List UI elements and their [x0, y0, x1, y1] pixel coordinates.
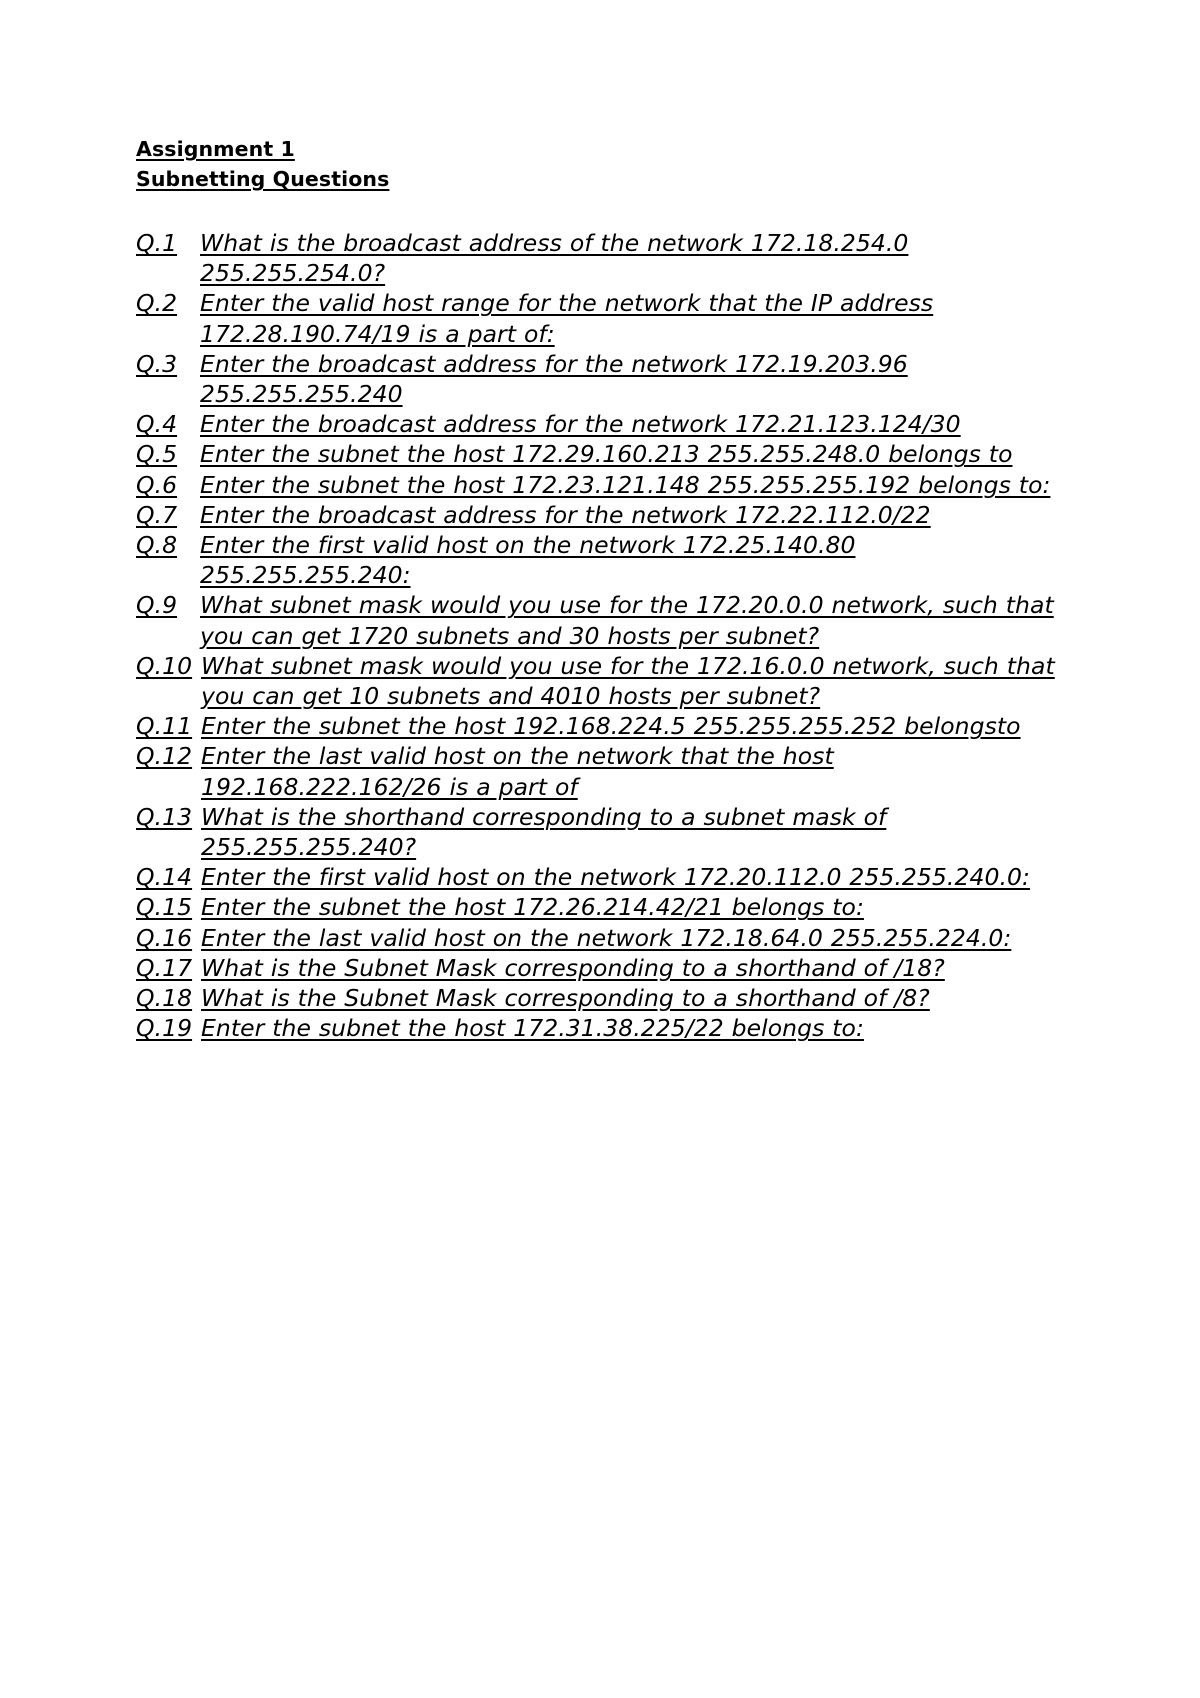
question-text: Enter the first valid host on the networ…	[201, 863, 1030, 892]
question-text: Enter the subnet the host 172.23.121.148…	[200, 470, 1051, 499]
question-number: Q.2	[136, 289, 178, 318]
question-text: Enter the subnet the host 172.31.38.225/…	[201, 1014, 864, 1043]
document-heading: Assignment 1 Subnetting Questions	[136, 134, 1066, 194]
question-text: What is the broadcast address of the net…	[200, 229, 909, 288]
question-text: Enter the last valid host on the network…	[201, 742, 834, 801]
question-row: Q.4 Enter the broadcast address for the n…	[136, 409, 1066, 439]
question-row: Q.3 Enter the broadcast address for the n…	[136, 349, 1066, 409]
question-text: Enter the last valid host on the network…	[201, 923, 1012, 952]
question-number: Q.7	[136, 500, 178, 529]
question-row: Q.17 What is the Subnet Mask correspondin…	[136, 953, 1066, 983]
heading-line-subtitle: Subnetting Questions	[136, 164, 1066, 194]
question-text: Enter the subnet the host 192.168.224.5 …	[201, 712, 1021, 741]
question-number: Q.19	[136, 1014, 193, 1043]
question-text: Enter the subnet the host 172.29.160.213…	[200, 440, 1013, 469]
question-row: Q.13 What is the shorthand corresponding …	[136, 802, 1066, 862]
question-number: Q.18	[136, 984, 193, 1013]
question-number: Q.12	[136, 742, 193, 771]
heading-spacer	[136, 194, 1066, 228]
question-number: Q.14	[136, 863, 193, 892]
question-text: What is the Subnet Mask corresponding to…	[201, 984, 930, 1013]
question-row: Q.14 Enter the first valid host on the ne…	[136, 862, 1066, 892]
question-text: Enter the valid host range for the netwo…	[200, 289, 934, 348]
question-number: Q.6	[136, 470, 178, 499]
heading-line-subtitle-text: Subnetting Questions	[136, 167, 390, 191]
question-number: Q.8	[136, 531, 178, 560]
question-row: Q.11 Enter the subnet the host 192.168.22…	[136, 711, 1066, 741]
question-number: Q.11	[136, 712, 193, 741]
question-row: Q.19 Enter the subnet the host 172.31.38.…	[136, 1013, 1066, 1043]
question-row: Q.2 Enter the valid host range for the ne…	[136, 288, 1066, 348]
heading-line-assignment-text: Assignment 1	[136, 137, 295, 161]
question-text: Enter the broadcast address for the netw…	[200, 349, 908, 409]
question-text: What is the Subnet Mask corresponding to…	[201, 953, 945, 982]
question-row: Q.8 Enter the first valid host on the net…	[136, 530, 1066, 590]
question-number: Q.10	[136, 651, 193, 680]
question-row: Q.7 Enter the broadcast address for the n…	[136, 500, 1066, 530]
question-number: Q.13	[136, 802, 193, 831]
questions-list: Q.1 What is the broadcast address of the …	[136, 228, 1066, 1043]
question-row: Q.18 What is the Subnet Mask correspondin…	[136, 983, 1066, 1013]
question-number: Q.1	[136, 229, 178, 257]
question-row: Q.16 Enter the last valid host on the net…	[136, 923, 1066, 953]
question-number: Q.9	[136, 591, 178, 620]
question-number: Q.5	[136, 440, 178, 469]
question-row: Q.1 What is the broadcast address of the …	[136, 228, 1066, 288]
question-text: Enter the first valid host on the networ…	[200, 531, 856, 590]
question-number: Q.16	[136, 923, 193, 952]
question-row: Q.10 What subnet mask would you use for t…	[136, 651, 1066, 711]
question-number: Q.17	[136, 953, 193, 982]
question-text: Enter the broadcast address for the netw…	[200, 500, 931, 529]
heading-line-assignment: Assignment 1	[136, 134, 1066, 164]
question-text: Enter the subnet the host 172.26.214.42/…	[201, 893, 864, 922]
question-row: Q.5 Enter the subnet the host 172.29.160.…	[136, 439, 1066, 469]
question-row: Q.15 Enter the subnet the host 172.26.214…	[136, 892, 1066, 922]
document-body: Assignment 1 Subnetting Questions Q.1 Wha…	[136, 134, 1066, 1043]
question-text: What subnet mask would you use for the 1…	[200, 591, 1054, 650]
document-page: Assignment 1 Subnetting Questions Q.1 Wha…	[0, 0, 1200, 1698]
question-number: Q.3	[136, 349, 178, 378]
question-text: What is the shorthand corresponding to a…	[201, 802, 887, 862]
question-row: Q.6 Enter the subnet the host 172.23.121.…	[136, 470, 1066, 500]
question-text: Enter the broadcast address for the netw…	[200, 410, 961, 439]
question-text: What subnet mask would you use for the 1…	[201, 651, 1055, 711]
question-row: Q.12 Enter the last valid host on the net…	[136, 741, 1066, 801]
question-number: Q.4	[136, 410, 178, 439]
question-row: Q.9 What subnet mask would you use for th…	[136, 590, 1066, 650]
question-number: Q.15	[136, 893, 193, 922]
